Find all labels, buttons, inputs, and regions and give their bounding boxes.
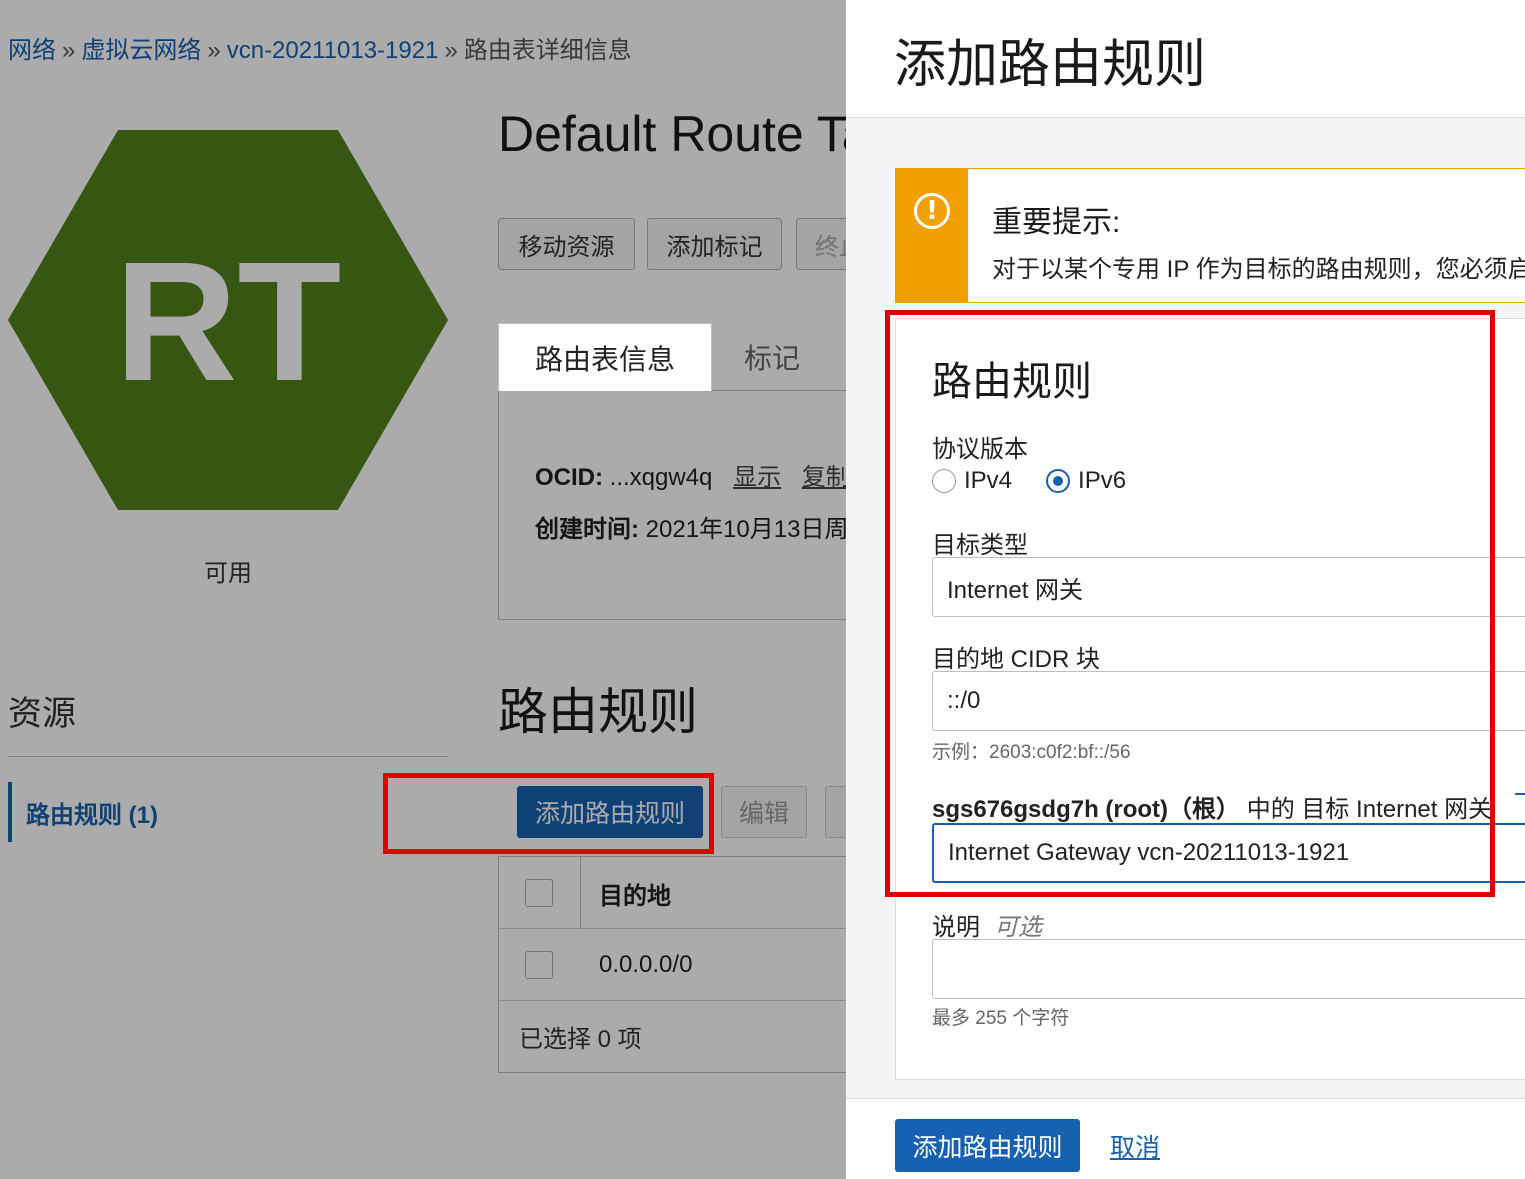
add-tag-button[interactable]: 添加标记 xyxy=(647,218,782,270)
drawer-footer: 添加路由规则 取消 xyxy=(846,1098,1525,1179)
resource-icon-text: RT xyxy=(115,227,342,417)
warning-icon: ! xyxy=(914,193,950,229)
radio-ipv6-label[interactable]: IPv6 xyxy=(1078,467,1126,495)
route-rules-table: 目的地 0.0.0.0/0 已选择 0 项 xyxy=(498,856,846,1073)
drawer-header: 添加路由规则 xyxy=(846,0,1525,118)
cancel-link[interactable]: 取消 xyxy=(1110,1119,1160,1172)
resources-title: 资源 xyxy=(8,695,76,733)
target-type-select[interactable]: Internet 网关 xyxy=(932,557,1525,617)
change-compartment-link[interactable] xyxy=(1515,793,1525,795)
resources-divider xyxy=(8,756,448,757)
select-all-checkbox[interactable] xyxy=(525,879,553,907)
add-route-rules-drawer: 添加路由规则 ! 重要提示: 对于以某个专用 IP 作为目标的路由规则，您必须启… xyxy=(846,0,1525,1179)
radio-ipv6[interactable] xyxy=(1046,469,1071,493)
background-page: 网络» 虚拟云网络» vcn-20211013-1921» 路由表详细信息 RT 可用… xyxy=(0,0,846,1179)
row-destination: 0.0.0.0/0 xyxy=(599,951,693,978)
created-row: 创建时间: 2021年10月13日周 xyxy=(535,509,846,544)
cidr-hint: 示例：2603:c0f2:bf::/56 xyxy=(932,742,1131,763)
terminate-button[interactable]: 终止 xyxy=(796,218,846,270)
breadcrumb-separator: » xyxy=(62,37,76,64)
route-rule-form: 路由规则 协议版本 IPv4 IPv6 目标类型 Internet 网关 目的地… xyxy=(895,318,1525,1080)
notice-text: 对于以某个专用 IP 作为目标的路由规则，您必须启 xyxy=(992,256,1525,283)
description-input[interactable] xyxy=(932,939,1525,999)
tab-route-table-info[interactable]: 路由表信息 xyxy=(498,323,712,391)
move-resource-button[interactable]: 移动资源 xyxy=(498,218,635,270)
gateway-select[interactable]: Internet Gateway vcn-20211013-1921 xyxy=(932,823,1525,883)
ocid-row: OCID: ...xqgw4q 显示 复制 xyxy=(535,457,846,492)
breadcrumb-separator: » xyxy=(444,37,458,64)
edit-button[interactable]: 编辑 xyxy=(721,786,807,838)
description-optional: 可选 xyxy=(994,914,1042,941)
gateway-label: sgs676gsdg7h (root)（根） 中的 目标 Internet 网关 xyxy=(932,789,1492,824)
protocol-label: 协议版本 xyxy=(932,436,1028,463)
target-type-label: 目标类型 xyxy=(932,532,1028,559)
notice-bar: ! xyxy=(896,169,968,302)
page-title: Default Route Ta xyxy=(498,106,846,162)
selected-count: 已选择 0 项 xyxy=(519,1026,642,1053)
description-hint: 最多 255 个字符 xyxy=(932,1008,1070,1029)
show-ocid-link[interactable]: 显示 xyxy=(733,464,781,491)
route-rules-title: 路由规则 xyxy=(498,684,698,740)
gateway-compartment: sgs676gsdg7h (root)（根） xyxy=(932,796,1241,823)
copy-ocid-link[interactable]: 复制 xyxy=(802,464,846,491)
created-label: 创建时间: xyxy=(535,516,639,543)
resource-status: 可用 xyxy=(204,560,252,587)
drawer-title: 添加路由规则 xyxy=(894,36,1207,94)
important-notice: ! 重要提示: 对于以某个专用 IP 作为目标的路由规则，您必须启 xyxy=(895,168,1525,303)
table-row: 0.0.0.0/0 xyxy=(499,929,846,1001)
radio-ipv4-label[interactable]: IPv4 xyxy=(964,467,1012,495)
created-value: 2021年10月13日周 xyxy=(645,516,846,543)
column-divider xyxy=(580,857,581,929)
notice-title: 重要提示: xyxy=(992,206,1121,239)
tab-tags[interactable]: 标记 xyxy=(712,323,832,391)
column-header-destination[interactable]: 目的地 xyxy=(599,857,671,929)
more-actions-button[interactable] xyxy=(825,786,846,838)
route-table-hexagon-icon: RT xyxy=(8,130,448,510)
breadcrumb: 网络» 虚拟云网络» vcn-20211013-1921» 路由表详细信息 xyxy=(8,30,632,65)
breadcrumb-separator: » xyxy=(207,37,221,64)
breadcrumb-current: 路由表详细信息 xyxy=(463,37,632,64)
ocid-label: OCID: xyxy=(535,464,603,491)
protocol-radio-group: IPv4 IPv6 xyxy=(932,465,1160,497)
form-heading: 路由规则 xyxy=(932,360,1092,404)
cidr-label: 目的地 CIDR 块 xyxy=(932,646,1100,673)
highlight-box-add-button xyxy=(383,773,714,854)
breadcrumb-networking[interactable]: 网络 xyxy=(8,37,56,64)
cidr-input[interactable]: ::/0 xyxy=(932,671,1525,731)
gateway-label-text: 中的 目标 Internet 网关 xyxy=(1240,796,1493,823)
route-table-info-panel: OCID: ...xqgw4q 显示 复制 创建时间: 2021年10月13日周 xyxy=(498,390,846,620)
breadcrumb-vcn[interactable]: vcn-20211013-1921 xyxy=(227,37,439,64)
submit-add-route-rules-button[interactable]: 添加路由规则 xyxy=(895,1119,1080,1172)
radio-ipv4[interactable] xyxy=(932,469,956,493)
table-header-row: 目的地 xyxy=(499,857,846,929)
ocid-value: ...xqgw4q xyxy=(609,464,713,491)
resources-item-route-rules[interactable]: 路由规则 (1) xyxy=(8,782,158,842)
row-checkbox[interactable] xyxy=(525,951,553,979)
description-label-text: 说明 xyxy=(932,914,980,941)
breadcrumb-vcn-list[interactable]: 虚拟云网络 xyxy=(81,37,201,64)
description-label: 说明 可选 xyxy=(932,907,1042,942)
